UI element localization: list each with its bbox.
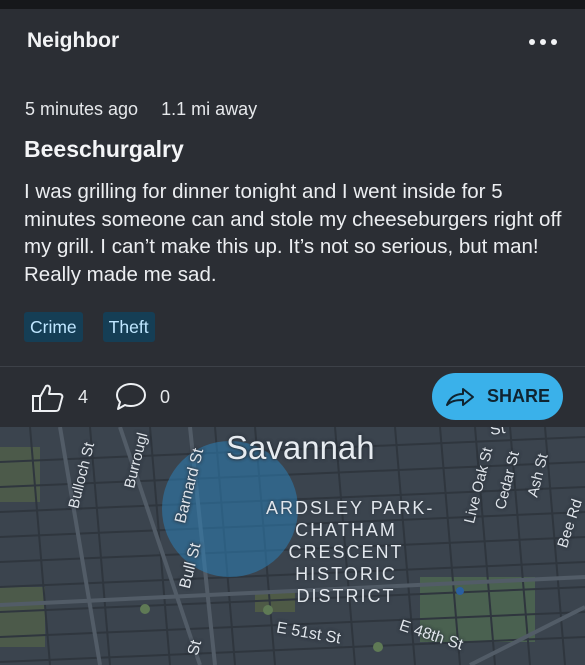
share-button[interactable]: SHARE bbox=[432, 373, 563, 420]
tag-list: Crime Theft bbox=[24, 312, 155, 342]
comment-icon[interactable] bbox=[114, 381, 148, 413]
tag-crime[interactable]: Crime bbox=[24, 312, 83, 342]
thumbs-up-icon[interactable] bbox=[31, 383, 65, 413]
post-time: 5 minutes ago bbox=[25, 99, 139, 119]
map-view[interactable]: Savannah ARDSLEY PARK- CHATHAM CRESCENT … bbox=[0, 427, 585, 665]
post-title: Beeschurgalry bbox=[24, 136, 184, 162]
more-dot bbox=[540, 39, 546, 45]
header-title: Neighbor bbox=[27, 29, 120, 52]
more-options-icon[interactable] bbox=[529, 34, 557, 50]
map-city-label: Savannah bbox=[226, 429, 375, 466]
tag-theft[interactable]: Theft bbox=[102, 312, 155, 342]
district-line: CRESCENT bbox=[288, 542, 404, 562]
post-distance: 1.1 mi away bbox=[161, 99, 258, 119]
status-bar-strip bbox=[0, 0, 585, 9]
share-arrow-icon bbox=[445, 387, 474, 406]
post-header: Neighbor bbox=[0, 9, 585, 75]
post-body: I was grilling for dinner tonight and I … bbox=[24, 180, 562, 286]
like-count: 4 bbox=[78, 387, 89, 407]
district-line: ARDSLEY PARK- bbox=[266, 498, 435, 518]
share-label: SHARE bbox=[486, 386, 550, 406]
district-line: CHATHAM bbox=[295, 520, 397, 540]
district-line: DISTRICT bbox=[296, 586, 396, 606]
post-meta: 5 minutes ago 1.1 mi away bbox=[25, 99, 257, 120]
comment-count: 0 bbox=[160, 387, 171, 407]
more-dot bbox=[551, 39, 557, 45]
district-line: HISTORIC bbox=[295, 564, 397, 584]
street-label: St bbox=[488, 427, 507, 439]
more-dot bbox=[529, 39, 535, 45]
action-bar: 4 0 SHARE bbox=[0, 367, 585, 427]
map-district-label: ARDSLEY PARK- CHATHAM CRESCENT HISTORIC … bbox=[266, 497, 435, 607]
